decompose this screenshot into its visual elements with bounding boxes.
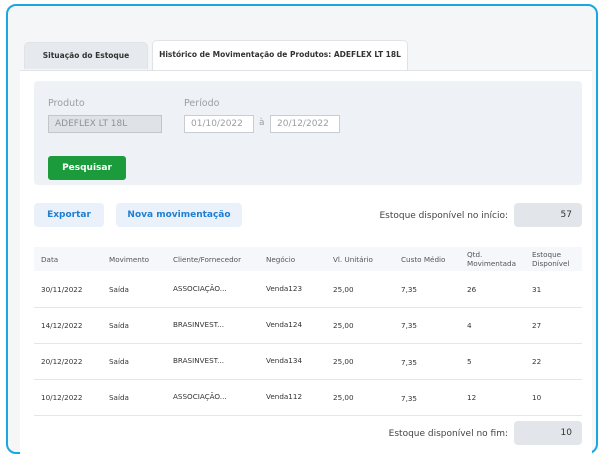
history-panel: Produto ADEFLEX LT 18L Período 01/10/202… bbox=[20, 70, 592, 455]
cell-date: 10/12/2022 bbox=[41, 393, 83, 402]
date-to-field[interactable]: 20/12/2022 bbox=[270, 115, 340, 133]
stock-end-label: Estoque disponível no fim: bbox=[388, 429, 508, 439]
cell-unit-value: 25,00 bbox=[333, 321, 354, 330]
table-row[interactable]: 10/12/2022 Saída ASSOCIAÇÃO... Venda112 … bbox=[34, 379, 582, 416]
product-label: Produto bbox=[48, 98, 85, 109]
cell-stock: 22 bbox=[532, 357, 542, 366]
tab-movement-history[interactable]: Histórico de Movimentação de Produtos: A… bbox=[152, 40, 408, 71]
cell-avg-cost: 7,35 bbox=[401, 358, 418, 367]
cell-qty: 5 bbox=[467, 357, 472, 366]
table-row[interactable]: 30/11/2022 Saída ASSOCIAÇÃO... Venda123 … bbox=[34, 271, 582, 308]
date-from-field[interactable]: 01/10/2022 bbox=[184, 115, 254, 133]
col-stock-line1: Estoque bbox=[532, 250, 562, 259]
col-client: Cliente/Fornecedor bbox=[173, 255, 242, 264]
stock-start-value: 57 bbox=[514, 203, 582, 227]
period-label: Período bbox=[184, 98, 220, 109]
table-row[interactable]: 20/12/2022 Saída BRASINVEST... Venda134 … bbox=[34, 343, 582, 380]
cell-date: 14/12/2022 bbox=[41, 321, 83, 330]
cell-avg-cost: 7,35 bbox=[401, 321, 418, 330]
cell-unit-value: 25,00 bbox=[333, 357, 354, 366]
col-avg-cost: Custo Médio bbox=[401, 255, 446, 264]
cell-qty: 26 bbox=[467, 285, 477, 294]
cell-client: ASSOCIAÇÃO... bbox=[173, 284, 227, 293]
cell-deal: Venda124 bbox=[266, 320, 303, 329]
cell-date: 20/12/2022 bbox=[41, 357, 83, 366]
search-button[interactable]: Pesquisar bbox=[48, 156, 126, 180]
cell-qty: 12 bbox=[467, 393, 477, 402]
table-row[interactable]: 14/12/2022 Saída BRASINVEST... Venda124 … bbox=[34, 307, 582, 344]
cell-movement: Saída bbox=[109, 285, 129, 294]
cell-stock: 31 bbox=[532, 285, 542, 294]
cell-deal: Venda123 bbox=[266, 284, 303, 293]
cell-date: 30/11/2022 bbox=[41, 285, 83, 294]
stock-end-value: 10 bbox=[514, 421, 582, 445]
cell-avg-cost: 7,35 bbox=[401, 394, 418, 403]
cell-stock: 27 bbox=[532, 321, 542, 330]
col-stock: Estoque Disponível bbox=[532, 250, 569, 268]
col-qty-line1: Qtd. bbox=[467, 250, 483, 259]
cell-stock: 10 bbox=[532, 393, 542, 402]
col-qty-line2: Movimentada bbox=[467, 259, 517, 268]
col-stock-line2: Disponível bbox=[532, 259, 570, 268]
cell-unit-value: 25,00 bbox=[333, 393, 354, 402]
cell-movement: Saída bbox=[109, 357, 129, 366]
cell-avg-cost: 7,35 bbox=[401, 285, 418, 294]
col-movement: Movimento bbox=[109, 255, 150, 264]
product-field[interactable]: ADEFLEX LT 18L bbox=[48, 115, 162, 133]
export-button[interactable]: Exportar bbox=[34, 203, 104, 227]
table-header: Data Movimento Cliente/Fornecedor Negóci… bbox=[34, 247, 582, 271]
col-unit-value: Vl. Unitário bbox=[333, 255, 373, 264]
col-date: Data bbox=[41, 255, 59, 264]
cell-client: BRASINVEST... bbox=[173, 320, 225, 329]
app-frame: Situação do Estoque Histórico de Movimen… bbox=[6, 4, 598, 455]
col-qty: Qtd. Movimentada bbox=[467, 250, 516, 268]
cell-deal: Venda134 bbox=[266, 356, 303, 365]
cell-qty: 4 bbox=[467, 321, 472, 330]
filter-section: Produto ADEFLEX LT 18L Período 01/10/202… bbox=[34, 81, 582, 185]
tab-stock-status[interactable]: Situação do Estoque bbox=[24, 42, 148, 69]
cell-client: BRASINVEST... bbox=[173, 356, 225, 365]
cell-unit-value: 25,00 bbox=[333, 285, 354, 294]
cell-deal: Venda112 bbox=[266, 392, 303, 401]
date-separator: à bbox=[259, 118, 265, 128]
new-movement-button[interactable]: Nova movimentação bbox=[116, 203, 242, 227]
cell-movement: Saída bbox=[109, 393, 129, 402]
cell-movement: Saída bbox=[109, 321, 129, 330]
cell-client: ASSOCIAÇÃO... bbox=[173, 392, 227, 401]
col-deal: Negócio bbox=[266, 255, 296, 264]
stock-start-label: Estoque disponível no início: bbox=[379, 211, 508, 221]
